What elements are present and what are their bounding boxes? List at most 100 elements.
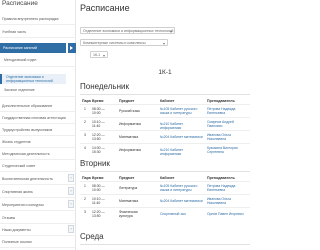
chevron-down-icon [103,54,105,57]
specialty-select-value: Компьютерные системы и комплексы [83,41,146,45]
cell-pair: 2 [84,197,86,201]
sidebar-item-attestation[interactable]: Государственная итоговая аттестация [0,116,76,120]
sidebar-item-students-life[interactable]: Жизнь студентов [0,140,76,144]
day-title-monday: Понедельник [80,82,129,91]
sidebar-item-schedule[interactable]: Расписание занятий [0,43,66,53]
sidebar-item-sport[interactable]: Спортивная жизнь [0,190,76,194]
cell-time: 12:20 — 13:50 [92,210,105,218]
day-title-tuesday: Вторник [80,159,110,168]
cell-room-link[interactable]: №204 Кабинет математики [160,199,204,203]
cell-room-link[interactable]: Спортивный зал [160,212,204,216]
cell-subject: Литература [119,186,138,190]
divider [0,184,76,185]
sidebar-item-student-council[interactable]: Студенческий совет [0,164,76,168]
cell-subject: Русский язык [119,109,140,113]
chevron-right-icon[interactable]: › [68,174,74,182]
divider [0,147,76,148]
cell-teacher-link[interactable]: Кузьмина Виктория Сергеевна [207,146,247,154]
chevron-right-icon[interactable]: › [68,187,74,195]
sidebar-title: Расписание [2,0,38,7]
sidebar-item-employment[interactable]: Трудоустройство выпускников [0,128,76,132]
group-select-value: 1К-1 [93,53,101,57]
cell-pair: 4 [84,146,86,150]
divider [80,171,250,172]
chevron-down-icon [170,30,172,33]
cell-teacher-link[interactable]: Петрова Надежда Евгеньевна [207,184,247,192]
cell-time: 10:10 — 11:40 [92,197,105,205]
cell-time: 08:30 — 10:00 [92,184,105,192]
cell-subject: Информатика [119,122,141,126]
cell-teacher-link[interactable]: Иванова Ольга Николаевна [207,197,247,205]
sidebar-item-events[interactable]: Мероприятия и конкурсы [0,203,76,207]
sidebar-subitem-methodical[interactable]: Методический отдел [0,58,76,62]
main-content: Расписание Отделение экономики и информа… [80,0,250,250]
cell-subject: Математика [119,199,139,203]
divider [0,123,76,124]
sidebar-item-rules[interactable]: Правила внутреннего распорядка [0,17,76,21]
chevron-down-icon [163,42,165,45]
divider [0,210,76,211]
divider [0,37,76,38]
divider [80,117,250,118]
divider [80,181,250,182]
divider [0,171,76,172]
divider [0,96,76,97]
divider [0,247,76,248]
group-select[interactable]: 1К-1 [90,51,108,58]
cell-subject: Математика [119,135,139,139]
sidebar-subitem-economics[interactable]: Отделение экономики и информационных тех… [0,74,66,84]
divider [0,159,76,160]
sidebar-item-upbringing[interactable]: Воспитательная деятельность [0,177,76,181]
divider [0,135,76,136]
cell-time: 14:00 — 15:30 [92,146,105,154]
divider [80,207,250,208]
sidebar-item-additional[interactable]: Дополнительное образование [0,104,76,108]
sidebar-item-documents[interactable]: Наши документы [0,228,76,232]
cell-room-link[interactable]: №105 Кабинет русского языка и литературы [160,184,202,192]
specialty-select[interactable]: Компьютерные системы и комплексы [80,39,168,46]
day-title-wednesday: Среда [80,232,104,241]
cell-teacher-link[interactable]: Орлов Павел Игоревич [207,212,247,216]
chevron-right-icon[interactable]: › [68,200,74,208]
cell-teacher-link[interactable]: Иванова Ольга Николаевна [207,133,247,141]
cell-room-link[interactable]: №210 Кабинет информатики [160,148,204,156]
sidebar-item-academic[interactable]: Учебная часть [0,30,76,34]
divider [80,94,250,95]
divider [80,194,250,195]
divider [80,143,250,144]
cell-room-link[interactable]: №204 Кабинет математики [160,135,204,139]
chevron-right-icon[interactable] [68,43,76,53]
cell-pair: 2 [84,120,86,124]
sidebar-item-reviews[interactable]: Отзывы [0,216,76,220]
cell-time: 12:20 — 13:50 [92,133,105,141]
column-header-teacher: Преподаватель [207,176,235,180]
cell-pair: 3 [84,210,86,214]
sidebar: Расписание Правила внутреннего распорядк… [0,0,76,250]
cell-room-link[interactable]: №210 Кабинет информатики [160,122,204,130]
cell-time: 10:10 — 11:40 [92,120,105,128]
cell-time: 08:30 — 10:00 [92,107,105,115]
sidebar-subitem-extramural[interactable]: Заочное отделение [0,88,76,92]
cell-subject: Физическая культура [119,210,138,218]
column-header-subject: Предмет [119,99,135,103]
page-title: Расписание [80,3,130,13]
column-header-pair: Пара [82,99,91,103]
divider [0,111,76,112]
divider [80,130,250,131]
divider [0,66,76,67]
divider [0,24,76,25]
cell-teacher-link[interactable]: Петрова Надежда Евгеньевна [207,107,247,115]
cell-teacher-link[interactable]: Смирнов Андрей Павлович [207,120,247,128]
cell-pair: 3 [84,133,86,137]
cell-room-link[interactable]: №105 Кабинет русского языка и литературы [160,107,202,115]
chevron-right-icon[interactable]: › [68,225,74,233]
column-header-time: Время [92,99,104,103]
sidebar-item-links[interactable]: Полезные ссылки [0,240,76,244]
divider [0,197,76,198]
sidebar-item-methodical-activity[interactable]: Методическая деятельность [0,152,76,156]
divider [80,104,250,105]
divider [0,223,76,224]
divider [80,244,250,245]
column-header-room: Кабинет [160,176,175,180]
department-select[interactable]: Отделение экономики и информационных тех… [80,27,175,34]
